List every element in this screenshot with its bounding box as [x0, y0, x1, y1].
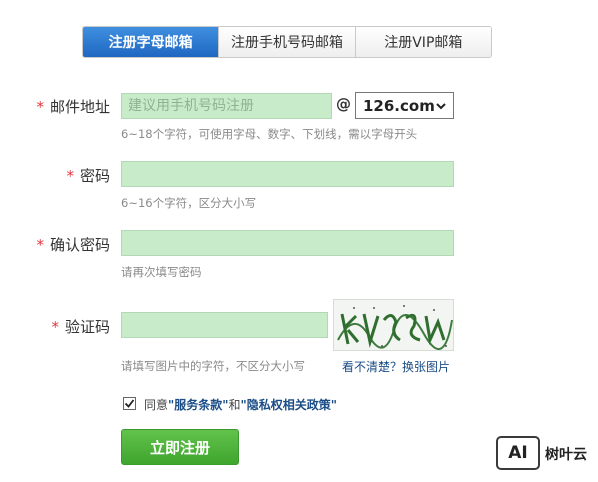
agree-prefix: 同意 [144, 398, 169, 412]
captcha-input[interactable] [121, 312, 328, 338]
tab-letter-email[interactable]: 注册字母邮箱 [83, 27, 219, 57]
captcha-label-row: * 验证码 [0, 316, 110, 337]
chevron-down-icon [436, 102, 446, 109]
privacy-link[interactable]: "隐私权相关政策" [241, 398, 338, 412]
email-input[interactable] [121, 93, 332, 119]
domain-select[interactable]: 126.com [355, 92, 454, 119]
password-hint: 6~16个字符，区分大小写 [121, 196, 257, 210]
confirm-hint: 请再次填写密码 [121, 265, 202, 279]
tab-mobile-email[interactable]: 注册手机号码邮箱 [218, 27, 355, 57]
agree-checkbox[interactable] [123, 397, 136, 410]
email-label-row: * 邮件地址 [0, 96, 110, 117]
confirm-label-row: * 确认密码 [0, 234, 110, 255]
registration-type-tabs: 注册字母邮箱 注册手机号码邮箱 注册VIP邮箱 [82, 26, 492, 58]
domain-value: 126.com [363, 96, 435, 115]
captcha-image[interactable] [333, 299, 454, 351]
register-button[interactable]: 立即注册 [121, 429, 239, 465]
check-icon [124, 399, 135, 408]
refresh-captcha-link[interactable]: 看不清楚？换张图片 [342, 358, 450, 375]
watermark-logo: AI [496, 436, 540, 470]
captcha-hint: 请填写图片中的字符，不区分大小写 [121, 359, 305, 373]
required-mark: * [51, 318, 59, 336]
email-label: 邮件地址 [49, 98, 110, 116]
terms-link[interactable]: "服务条款" [168, 398, 229, 412]
captcha-label: 验证码 [64, 318, 110, 336]
captcha-glyphs [337, 305, 453, 350]
agreement-text: 同意"服务条款"和"隐私权相关政策" [144, 396, 337, 413]
tab-vip-email[interactable]: 注册VIP邮箱 [354, 27, 491, 57]
confirm-password-input[interactable] [121, 230, 454, 256]
required-mark: * [36, 236, 44, 254]
email-hint: 6~18个字符，可使用字母、数字、下划线，需以字母开头 [121, 127, 418, 141]
confirm-label: 确认密码 [49, 236, 110, 254]
at-sign: @ [336, 95, 351, 113]
watermark-brand: 树叶云 [545, 447, 587, 463]
required-mark: * [66, 167, 74, 185]
agree-and: 和 [228, 398, 241, 412]
password-label-row: * 密码 [0, 165, 110, 186]
password-input[interactable] [121, 161, 454, 187]
required-mark: * [36, 98, 44, 116]
password-label: 密码 [79, 167, 110, 185]
